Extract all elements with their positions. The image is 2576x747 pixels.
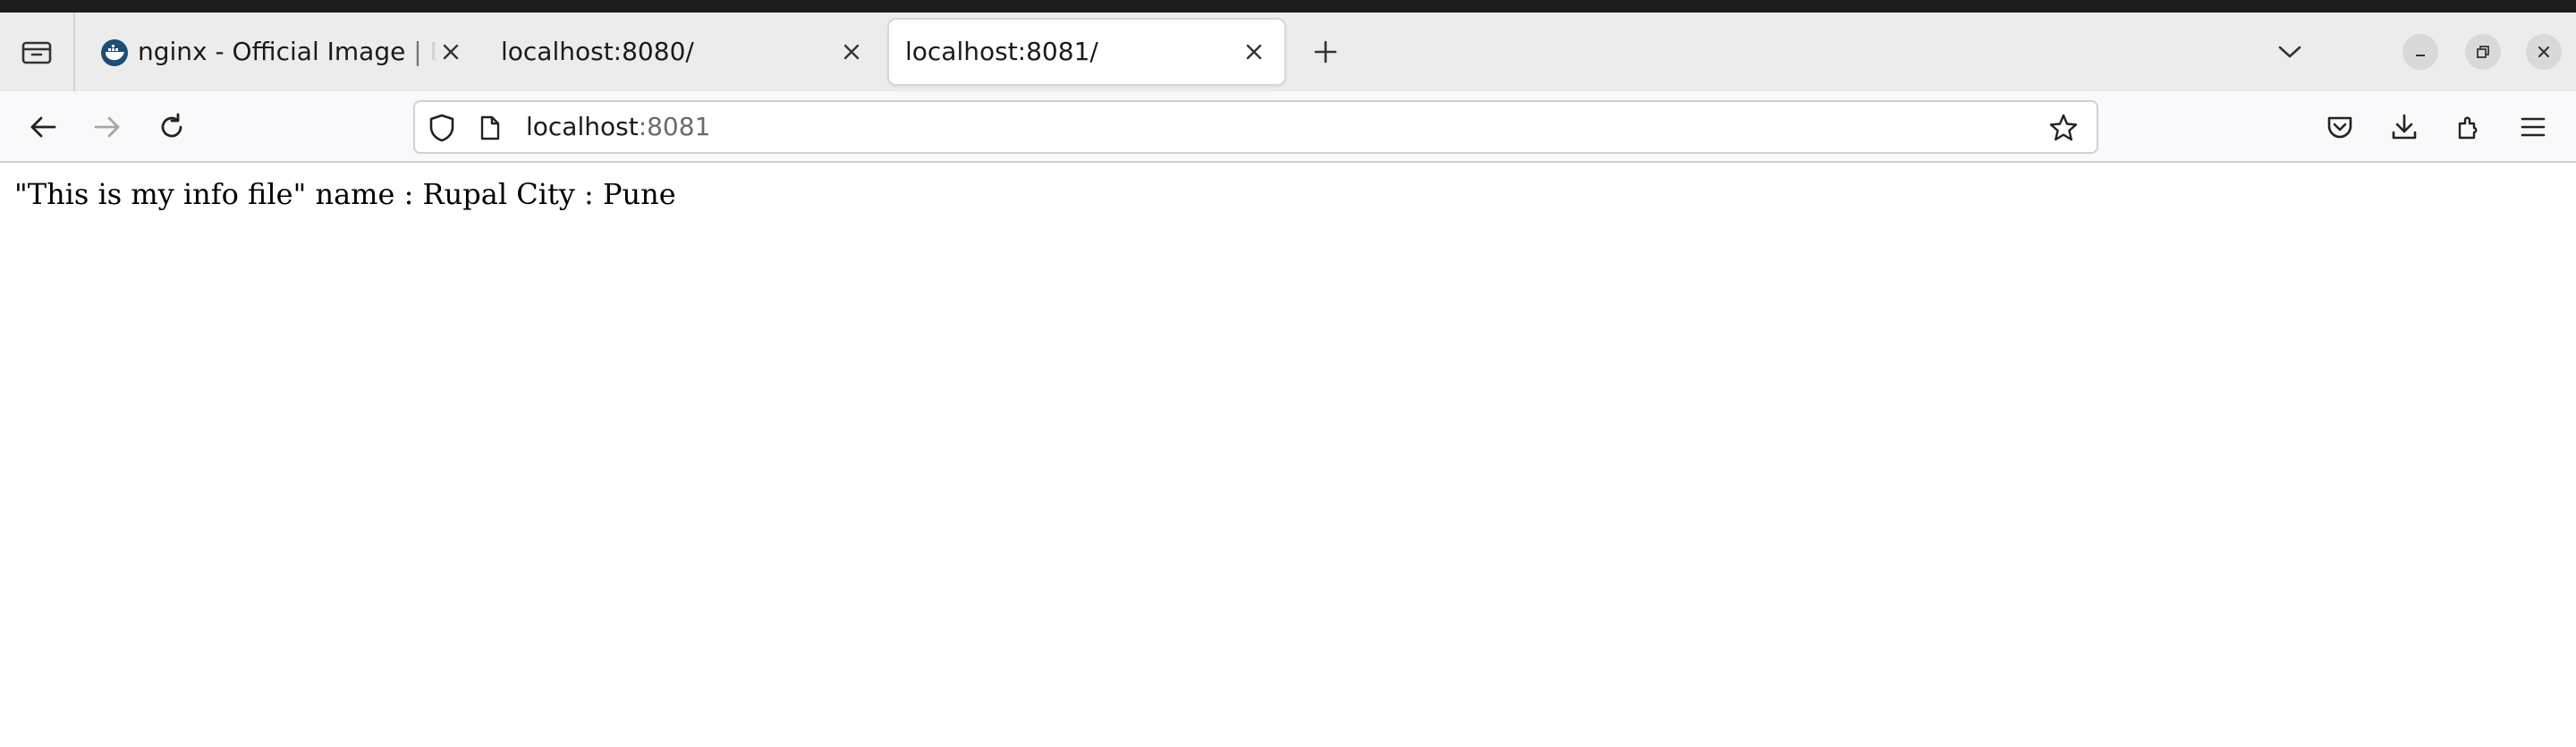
pocket-icon <box>2326 114 2354 140</box>
page-body-text: "This is my info file" name : Rupal City… <box>14 177 676 211</box>
restore-button[interactable] <box>2465 34 2501 70</box>
tab-title: nginx - Official Image | Docker Hub <box>138 37 438 66</box>
application-menu-button[interactable] <box>2512 106 2555 149</box>
close-tab-button[interactable] <box>835 36 868 68</box>
tab-strip: nginx - Official Image | Docker Hub loca… <box>0 13 2576 91</box>
forward-arrow-icon <box>93 115 122 140</box>
back-arrow-icon <box>29 115 57 140</box>
tab-localhost-8081[interactable]: localhost:8081/ <box>889 20 1284 84</box>
plus-icon <box>1314 40 1337 64</box>
new-tab-button[interactable] <box>1306 32 1345 72</box>
close-icon <box>1246 44 1262 60</box>
extensions-button[interactable] <box>2447 106 2490 149</box>
tab-title: localhost:8080/ <box>501 37 694 66</box>
system-top-bar <box>0 0 2576 13</box>
downloads-button[interactable] <box>2383 106 2426 149</box>
restore-icon <box>2475 44 2491 60</box>
shield-icon[interactable] <box>428 113 456 143</box>
tab-title: localhost:8081/ <box>905 37 1098 66</box>
url-port: :8081 <box>638 112 711 141</box>
navigation-toolbar: localhost:8081 <box>0 91 2576 163</box>
star-icon <box>2049 114 2078 141</box>
tab-localhost-8080[interactable]: localhost:8080/ <box>485 20 878 84</box>
pocket-button[interactable] <box>2318 106 2361 149</box>
back-button[interactable] <box>21 106 64 149</box>
close-tab-button[interactable] <box>435 36 467 68</box>
url-bar[interactable]: localhost:8081 <box>413 100 2098 154</box>
tab-title-fade <box>402 20 438 84</box>
minimize-button[interactable] <box>2402 34 2438 70</box>
close-window-button[interactable] <box>2526 34 2562 70</box>
bookmark-star-button[interactable] <box>2048 113 2079 143</box>
forward-button[interactable] <box>86 106 129 149</box>
close-icon <box>843 44 860 60</box>
list-all-tabs-button[interactable] <box>2270 32 2309 72</box>
minimize-icon <box>2413 45 2428 59</box>
docker-whale-icon <box>100 38 129 67</box>
page-icon[interactable] <box>479 115 501 141</box>
tab-nginx[interactable]: nginx - Official Image | Docker Hub <box>82 20 476 84</box>
close-tab-button[interactable] <box>1238 36 1270 68</box>
reload-button[interactable] <box>150 106 193 149</box>
puzzle-icon <box>2454 113 2483 141</box>
hamburger-menu-icon <box>2520 115 2546 139</box>
close-icon <box>443 44 459 60</box>
download-icon <box>2390 113 2419 141</box>
url-host: localhost <box>526 112 639 141</box>
tab-list-button[interactable] <box>0 13 75 91</box>
chevron-down-icon <box>2278 45 2301 59</box>
reload-icon <box>157 113 186 141</box>
close-icon <box>2537 45 2551 59</box>
url-text[interactable]: localhost:8081 <box>526 102 710 152</box>
tab-list-icon <box>21 38 52 65</box>
